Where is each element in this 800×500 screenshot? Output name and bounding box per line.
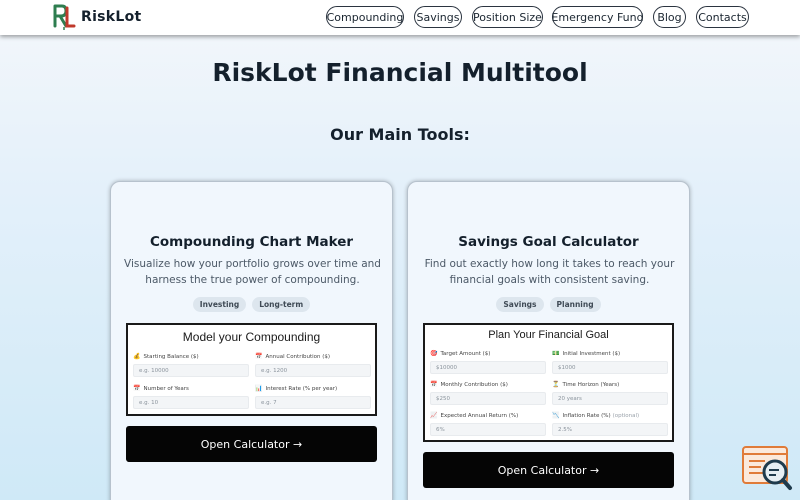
field-label: 💵 Initial Investment ($): [552, 350, 621, 357]
field-label: 📊 Interest Rate (% per year): [255, 385, 338, 392]
tag-investing: Investing: [192, 297, 247, 312]
field-label: 📅 Annual Contribution ($): [255, 353, 331, 360]
target-amount-input: $10000: [430, 361, 546, 374]
tag-long-term: Long-term: [252, 297, 311, 312]
field-label: 🎯 Target Amount ($): [430, 350, 491, 357]
interest-rate-input: e.g. 7: [255, 396, 371, 409]
inflation-rate-input: 2.5%: [552, 423, 668, 436]
tool-card-compounding: Compounding Chart Maker Visualize how yo…: [110, 181, 393, 500]
navbar: RiskLot Compounding Savings Position Siz…: [0, 0, 800, 35]
field-label: 📅 Number of Years: [133, 385, 189, 392]
chart-up-icon: 📈: [430, 412, 438, 419]
section-title: Our Main Tools:: [330, 125, 470, 144]
page-title: RiskLot Financial Multitool: [212, 58, 588, 87]
starting-balance-input: e.g. 10000: [133, 364, 249, 377]
nav-blog[interactable]: Blog: [653, 6, 686, 28]
annual-contribution-input: e.g. 1200: [255, 364, 371, 377]
card-description: Find out exactly how long it takes to re…: [424, 258, 675, 286]
card-title: Compounding Chart Maker: [149, 234, 354, 250]
open-calculator-button[interactable]: Open Calculator →: [126, 426, 377, 462]
field-label: 📉 Inflation Rate (%) (optional): [552, 412, 640, 419]
card-tags: Investing Long-term: [111, 297, 392, 312]
open-calculator-button[interactable]: Open Calculator →: [423, 452, 674, 488]
tag-planning: Planning: [549, 297, 601, 312]
tool-card-savings: Savings Goal Calculator Find out exactly…: [407, 181, 690, 500]
hourglass-icon: ⏳: [552, 381, 560, 388]
optional-note: (optional): [612, 412, 640, 419]
calendar-icon: 📅: [430, 381, 438, 388]
logo-icon: [53, 4, 76, 30]
field-label: 📅 Monthly Contribution ($): [430, 381, 508, 388]
card-tags: Savings Planning: [408, 297, 689, 312]
tag-savings: Savings: [496, 297, 544, 312]
nav-contacts[interactable]: Contacts: [696, 6, 749, 28]
brand-logo[interactable]: RiskLot: [52, 4, 142, 30]
nav-position-size[interactable]: Position Size: [472, 6, 543, 28]
chart-down-icon: 📉: [552, 412, 560, 419]
expected-return-input: 6%: [430, 423, 546, 436]
preview-title: Plan Your Financial Goal: [488, 329, 609, 341]
years-input: e.g. 10: [133, 396, 249, 409]
cash-icon: 💵: [552, 350, 560, 357]
search-document-icon[interactable]: [741, 445, 793, 491]
target-icon: 🎯: [430, 350, 438, 357]
field-label: ⏳ Time Horizon (Years): [552, 381, 620, 388]
calendar-icon: 📅: [133, 385, 141, 392]
nav-compounding[interactable]: Compounding: [326, 6, 404, 28]
preview-image: Model your Compounding 💰 Starting Balanc…: [126, 323, 377, 416]
preview-image: Plan Your Financial Goal 🎯 Target Amount…: [423, 323, 674, 442]
money-bag-icon: 💰: [133, 353, 141, 360]
initial-investment-input: $1000: [552, 361, 668, 374]
chart-icon: 📊: [255, 385, 263, 392]
nav-savings[interactable]: Savings: [414, 6, 462, 28]
card-title: Savings Goal Calculator: [458, 234, 639, 250]
field-label: 📈 Expected Annual Return (%): [430, 412, 519, 419]
nav-emergency-fund[interactable]: Emergency Fund: [551, 6, 644, 28]
field-label: 💰 Starting Balance ($): [133, 353, 199, 360]
preview-title: Model your Compounding: [182, 330, 321, 344]
monthly-contribution-input: $250: [430, 392, 546, 405]
brand-name: RiskLot: [81, 9, 142, 25]
time-horizon-input: 20 years: [552, 392, 668, 405]
calendar-icon: 📅: [255, 353, 263, 360]
card-description: Visualize how your portfolio grows over …: [124, 258, 381, 286]
